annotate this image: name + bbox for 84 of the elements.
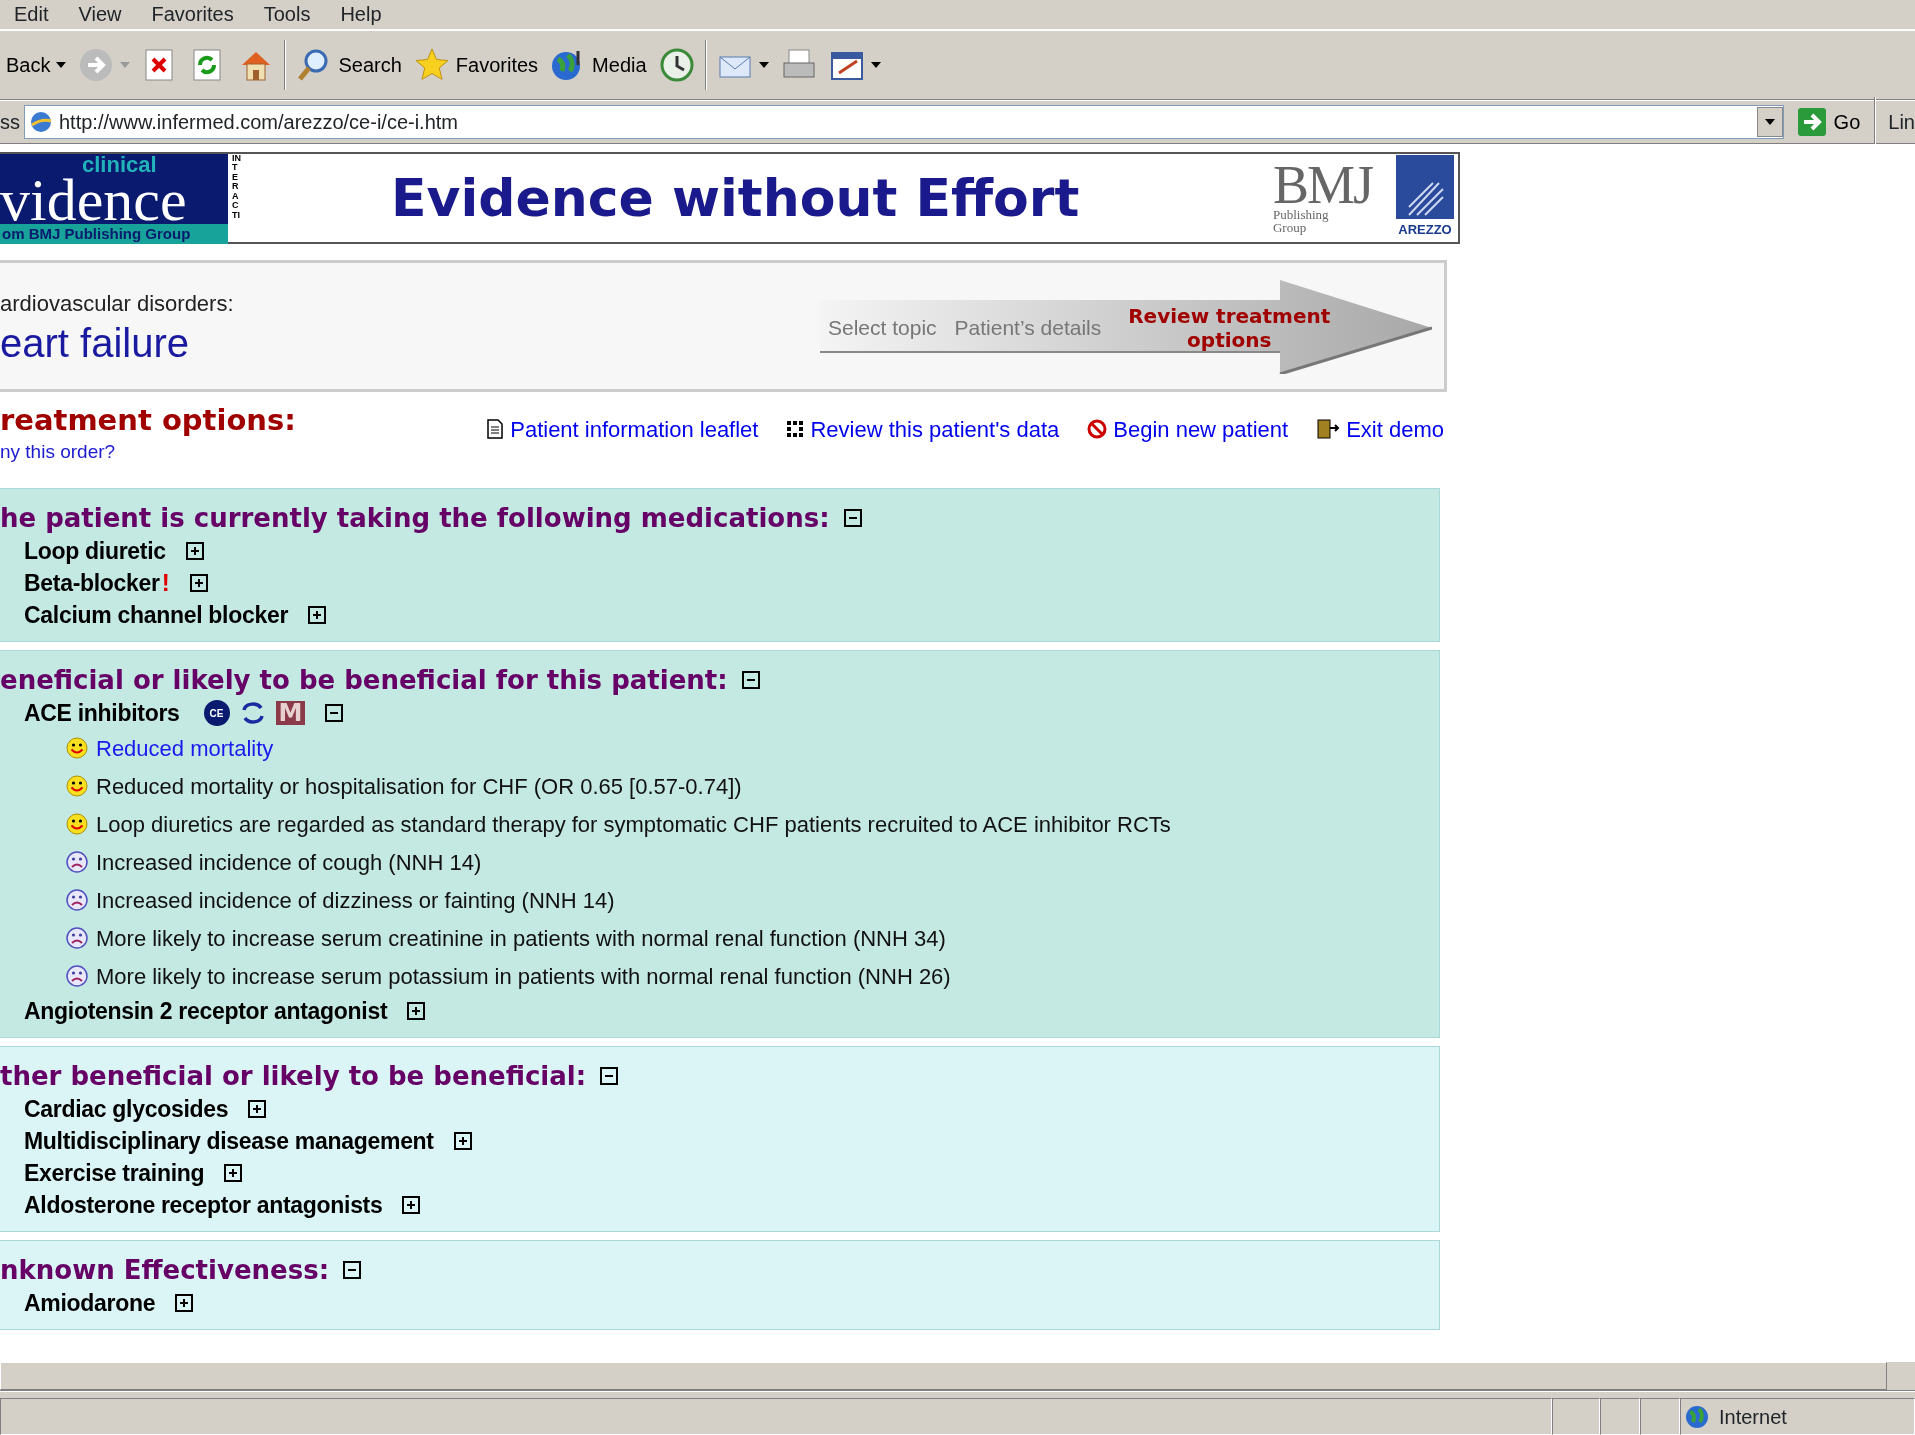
menu-item[interactable]: Tools — [248, 0, 326, 29]
collapse-icon[interactable] — [843, 509, 862, 527]
expand-icon[interactable] — [407, 1002, 426, 1020]
treatment-name: Aldosterone receptor antagonists — [24, 1190, 383, 1220]
collapse-icon[interactable] — [600, 1067, 619, 1085]
caret-icon — [1764, 119, 1775, 125]
search-button[interactable]: Search — [290, 37, 408, 93]
grid-icon — [786, 420, 805, 438]
outcome-text: Increased incidence of cough (NNH 14) — [96, 848, 482, 877]
logo-text: clinical — [81, 154, 158, 176]
dropdown-button[interactable] — [1756, 107, 1783, 137]
banner-headline: Evidence without Effort — [391, 167, 1080, 230]
treatment-name: Multidisciplinary disease management — [24, 1126, 434, 1156]
action-link[interactable]: Patient information leaflet — [486, 414, 759, 444]
expand-icon[interactable] — [224, 1164, 243, 1182]
menu-item[interactable]: Help — [325, 0, 397, 29]
logo-text: vidence — [0, 176, 187, 224]
treatment-name: Calcium channel blocker — [24, 600, 289, 630]
treatment-name: Exercise training — [24, 1158, 205, 1188]
collapse-icon[interactable] — [741, 671, 760, 689]
outcome-text: More likely to increase serum potassium in patients with normal renal function (NNH 26) — [96, 962, 951, 991]
reference-logo[interactable]: M — [275, 701, 306, 725]
menu-item[interactable]: Favorites — [136, 0, 249, 29]
address-label: ss — [0, 110, 20, 135]
treatment-name: ACE inhibitors — [24, 698, 180, 728]
media-button[interactable]: Media — [544, 37, 653, 93]
address-field[interactable]: http://www.infermed.com/arezzo/ce-i/ce-i.htm — [24, 105, 1784, 139]
logo-subtitle: om BMJ Publishing Group — [0, 224, 228, 244]
outcome-link[interactable]: Reduced mortality — [96, 731, 274, 765]
menu-item[interactable]: View — [63, 0, 137, 29]
clock-icon — [658, 47, 695, 83]
page-icon — [29, 110, 53, 134]
document-icon — [486, 419, 505, 439]
treatment-name: Cardiac glycosides — [24, 1094, 229, 1124]
outcome-text: Reduced mortality or hospitalisation for CHF (OR 0.65 [0.57-0.74]) — [96, 772, 742, 801]
status-pane — [1640, 1398, 1680, 1435]
treatment-name: Angiotensin 2 receptor antagonist — [24, 996, 388, 1026]
topic-category: ardiovascular disorders: — [0, 289, 234, 318]
globe-icon — [1685, 1404, 1709, 1429]
progress-step[interactable]: Select topic — [828, 312, 937, 344]
expand-icon[interactable] — [308, 606, 327, 624]
collapse-icon[interactable] — [325, 704, 344, 722]
favorites-button[interactable]: Favorites — [407, 37, 545, 93]
warning-mark: ! — [161, 568, 170, 598]
expand-icon[interactable] — [189, 574, 208, 592]
section-heading: nknown Effectiveness: — [0, 1254, 330, 1287]
action-link[interactable]: Begin new patient — [1087, 414, 1289, 444]
expand-icon[interactable] — [402, 1196, 421, 1214]
expand-icon[interactable] — [185, 542, 204, 560]
outcome-text: More likely to increase serum creatinine in patients with normal renal function (NNH 34) — [96, 924, 946, 953]
go-button[interactable]: Go — [1783, 107, 1871, 137]
expand-icon[interactable] — [175, 1294, 194, 1312]
action-link[interactable]: Review this patient's data — [786, 414, 1060, 444]
expand-icon[interactable] — [453, 1132, 472, 1150]
action-link[interactable]: Exit demo — [1316, 414, 1444, 444]
treatment-name: Amiodarone — [24, 1288, 156, 1318]
progress-step[interactable]: Review treatment options — [1119, 304, 1340, 352]
outcome-text: Increased incidence of dizziness or fainting (NNH 14) — [96, 886, 615, 915]
star-icon — [413, 47, 450, 83]
why-link[interactable]: ny this order? — [0, 441, 116, 462]
collapse-icon[interactable] — [343, 1261, 362, 1279]
back-button[interactable]: Back — [0, 37, 73, 93]
section-heading: reatment options: — [0, 402, 296, 438]
treatment-name: Loop diuretic — [24, 536, 166, 566]
partner-logo-text: AREZZO — [1396, 219, 1454, 241]
publisher-subtitle: Publishing Group — [1272, 208, 1330, 234]
logo-vertical-text: INTERACTI — [232, 154, 241, 221]
section-heading: eneficial or likely to be beneficial for this patient: — [0, 664, 728, 697]
section-heading: he patient is currently taking the following medications: — [0, 502, 830, 535]
publisher-logo-text: BMJ — [1272, 162, 1372, 208]
treatment-name: Beta-blocker — [24, 568, 160, 598]
prohibited-icon — [1087, 419, 1108, 439]
swirl-icon[interactable] — [239, 702, 266, 724]
topic-title: eart failure — [0, 319, 190, 366]
door-icon — [1316, 418, 1341, 440]
scrollbar-thumb[interactable] — [0, 1362, 1887, 1390]
section-heading: ther beneficial or likely to be beneficial: — [0, 1060, 587, 1093]
evidence-logo[interactable]: CE — [203, 700, 230, 726]
status-pane — [1600, 1398, 1640, 1435]
outcome-text: Loop diuretics are regarded as standard therapy for symptomatic CHF patients recruited to ACE inhibitor RCTs — [96, 810, 1171, 839]
menu-item[interactable]: Edit — [0, 0, 64, 29]
expand-icon[interactable] — [248, 1100, 267, 1118]
links-label[interactable]: Lin — [1880, 107, 1915, 137]
security-zone: Internet — [1680, 1398, 1915, 1435]
